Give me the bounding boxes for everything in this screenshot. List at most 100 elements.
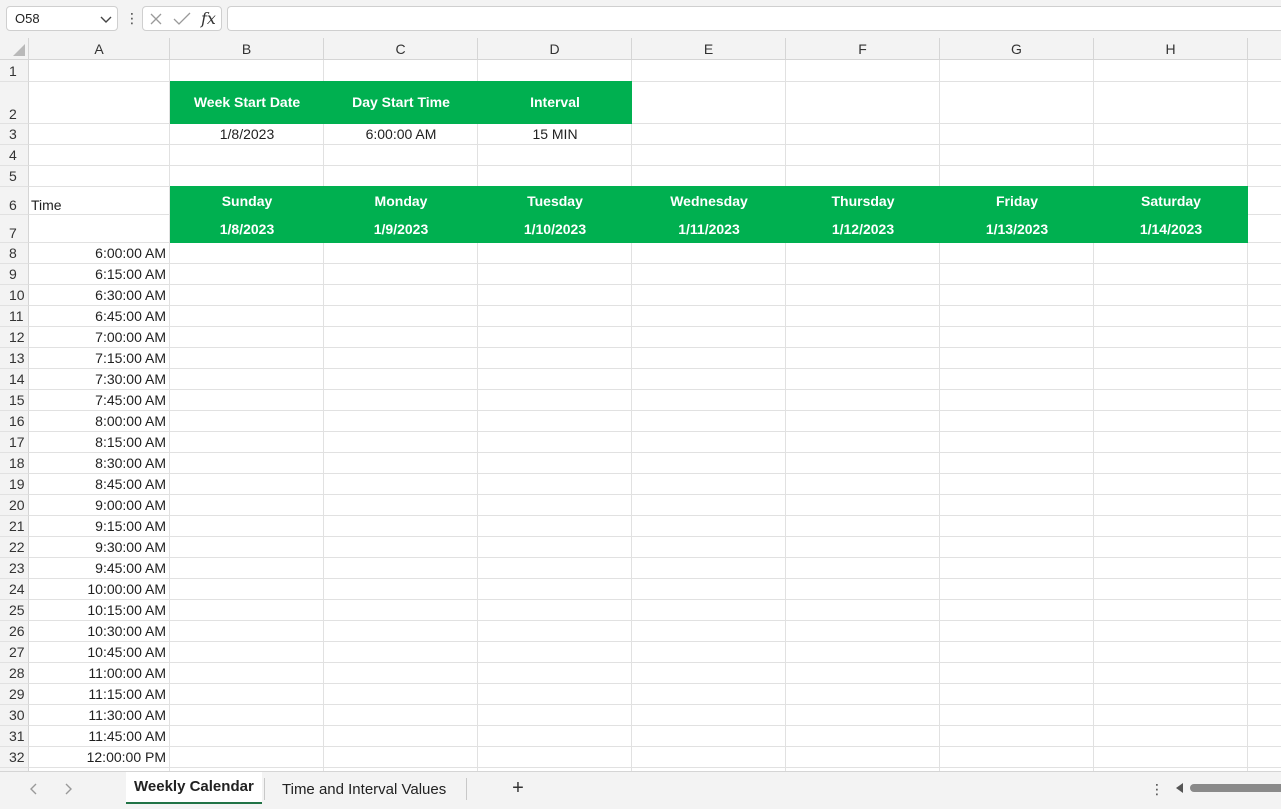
day-name-sunday: Sunday: [221, 193, 273, 209]
insert-function-icon[interactable]: fx: [201, 9, 216, 28]
row-header-22[interactable]: 22: [0, 537, 29, 558]
column-header-h[interactable]: H: [1094, 38, 1248, 60]
row-header-21[interactable]: 21: [0, 516, 29, 537]
time-slot[interactable]: 8:15:00 AM: [29, 434, 166, 450]
row-header-28[interactable]: 28: [0, 663, 29, 684]
row-header-15[interactable]: 15: [0, 390, 29, 411]
add-sheet-button[interactable]: +: [508, 776, 528, 800]
spreadsheet-grid[interactable]: A B C D E F G H 1 2 3 4 5 6 7 8 9 10 11 12 13 14 15 16 17 18 19 20 2…: [0, 38, 1281, 771]
row-header-11[interactable]: 11: [0, 306, 29, 327]
tab-separator: [466, 778, 467, 800]
row-header-30[interactable]: 30: [0, 705, 29, 726]
formula-input[interactable]: [227, 6, 1281, 31]
settings-value-1[interactable]: 1/8/2023: [170, 126, 324, 142]
column-gridline: [785, 60, 786, 771]
time-slot[interactable]: 10:15:00 AM: [29, 602, 166, 618]
time-slot[interactable]: 11:00:00 AM: [29, 665, 166, 681]
row-header-24[interactable]: 24: [0, 579, 29, 600]
chevron-down-icon[interactable]: [99, 12, 113, 26]
row-header-14[interactable]: 14: [0, 369, 29, 390]
time-slot[interactable]: 6:45:00 AM: [29, 308, 166, 324]
time-slot[interactable]: 7:30:00 AM: [29, 371, 166, 387]
tab-weekly-calendar[interactable]: Weekly Calendar: [126, 772, 262, 804]
time-slot[interactable]: 7:00:00 AM: [29, 329, 166, 345]
row-header-20[interactable]: 20: [0, 495, 29, 516]
row-header-9[interactable]: 9: [0, 264, 29, 285]
row-header-19[interactable]: 19: [0, 474, 29, 495]
row-header-18[interactable]: 18: [0, 453, 29, 474]
day-name-thursday: Thursday: [831, 193, 895, 209]
row-header-7[interactable]: 7: [0, 215, 29, 243]
scroll-left-icon[interactable]: [1176, 783, 1183, 793]
more-options-icon[interactable]: ⋮: [1150, 778, 1164, 800]
time-slot[interactable]: 7:15:00 AM: [29, 350, 166, 366]
time-slot[interactable]: 8:30:00 AM: [29, 455, 166, 471]
time-slot[interactable]: 7:45:00 AM: [29, 392, 166, 408]
day-name-monday: Monday: [374, 193, 428, 209]
column-header-b[interactable]: B: [170, 38, 324, 60]
time-slot[interactable]: 6:30:00 AM: [29, 287, 166, 303]
time-slot[interactable]: 10:45:00 AM: [29, 644, 166, 660]
time-slot[interactable]: 10:00:00 AM: [29, 581, 166, 597]
row-header-4[interactable]: 4: [0, 145, 29, 166]
time-slot[interactable]: 8:00:00 AM: [29, 413, 166, 429]
row-header-5[interactable]: 5: [0, 166, 29, 187]
row-header-26[interactable]: 26: [0, 621, 29, 642]
enter-check-icon[interactable]: [173, 12, 191, 26]
more-options-icon[interactable]: ⋮: [125, 8, 139, 28]
select-all-corner[interactable]: [0, 38, 29, 60]
settings-value-3[interactable]: 15 MIN: [478, 126, 632, 142]
column-header-d[interactable]: D: [478, 38, 632, 60]
time-column-label[interactable]: Time: [31, 197, 62, 213]
time-slot[interactable]: 9:30:00 AM: [29, 539, 166, 555]
row-header-17[interactable]: 17: [0, 432, 29, 453]
day-date-tuesday: 1/10/2023: [523, 221, 587, 237]
settings-value-2[interactable]: 6:00:00 AM: [324, 126, 478, 142]
sheet-tabs-bar: Weekly Calendar Time and Interval Values…: [0, 771, 1281, 809]
row-header-23[interactable]: 23: [0, 558, 29, 579]
row-header-29[interactable]: 29: [0, 684, 29, 705]
name-box[interactable]: O58: [6, 6, 118, 31]
row-header-12[interactable]: 12: [0, 327, 29, 348]
column-header-a[interactable]: A: [29, 38, 170, 60]
column-gridline: [1093, 60, 1094, 771]
column-header-g[interactable]: G: [940, 38, 1094, 60]
formula-bar: O58 ⋮ fx: [0, 0, 1281, 38]
column-header-next[interactable]: [1248, 38, 1281, 60]
time-slot[interactable]: 9:15:00 AM: [29, 518, 166, 534]
tab-time-and-interval-values[interactable]: Time and Interval Values: [274, 774, 454, 806]
time-slot[interactable]: 11:30:00 AM: [29, 707, 166, 723]
time-slot[interactable]: 11:45:00 AM: [29, 728, 166, 744]
row-header-3[interactable]: 3: [0, 124, 29, 145]
time-slot[interactable]: 12:00:00 PM: [29, 749, 166, 765]
time-slot[interactable]: 6:00:00 AM: [29, 245, 166, 261]
column-gridline: [323, 60, 324, 771]
cancel-icon[interactable]: [149, 12, 163, 26]
row-header-1[interactable]: 1: [0, 60, 29, 82]
row-header-27[interactable]: 27: [0, 642, 29, 663]
column-header-e[interactable]: E: [632, 38, 786, 60]
row-header-16[interactable]: 16: [0, 411, 29, 432]
row-header-31[interactable]: 31: [0, 726, 29, 747]
name-box-value: O58: [15, 11, 40, 26]
row-header-6[interactable]: 6: [0, 187, 29, 215]
row-header-25[interactable]: 25: [0, 600, 29, 621]
next-sheet-icon[interactable]: [60, 781, 76, 797]
column-header-f[interactable]: F: [786, 38, 940, 60]
horizontal-scrollbar[interactable]: [1190, 784, 1281, 792]
row-header-10[interactable]: 10: [0, 285, 29, 306]
time-slot[interactable]: 9:00:00 AM: [29, 497, 166, 513]
day-name-saturday: Saturday: [1141, 193, 1201, 209]
column-gridline: [939, 60, 940, 771]
time-slot[interactable]: 6:15:00 AM: [29, 266, 166, 282]
prev-sheet-icon[interactable]: [26, 781, 42, 797]
row-header-8[interactable]: 8: [0, 243, 29, 264]
time-slot[interactable]: 8:45:00 AM: [29, 476, 166, 492]
time-slot[interactable]: 10:30:00 AM: [29, 623, 166, 639]
time-slot[interactable]: 11:15:00 AM: [29, 686, 166, 702]
row-header-2[interactable]: 2: [0, 82, 29, 124]
row-header-32[interactable]: 32: [0, 747, 29, 768]
time-slot[interactable]: 9:45:00 AM: [29, 560, 166, 576]
column-header-c[interactable]: C: [324, 38, 478, 60]
row-header-13[interactable]: 13: [0, 348, 29, 369]
